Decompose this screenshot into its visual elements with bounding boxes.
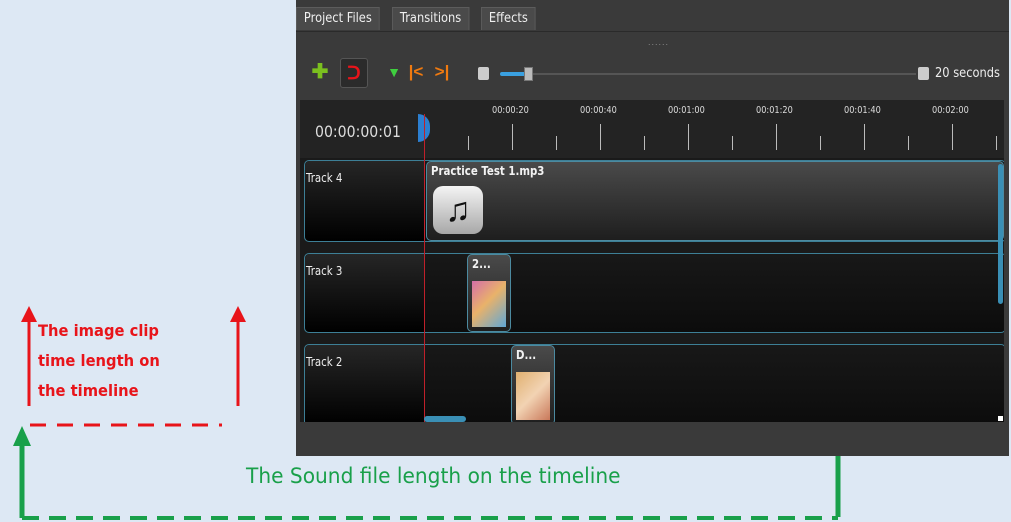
sound-file-annotation: The Sound file length on the timeline xyxy=(246,464,621,488)
annotation-line: The image clip xyxy=(38,321,159,340)
red-arrow-left xyxy=(21,306,37,406)
red-arrow-right xyxy=(230,306,246,406)
annotation-line: the timeline xyxy=(38,381,139,400)
annotation-overlay xyxy=(13,306,841,520)
annotation-line: time length on xyxy=(38,351,160,370)
green-arrow-left xyxy=(13,426,31,518)
image-clip-annotation: The image clip time length on the timeli… xyxy=(38,316,160,406)
